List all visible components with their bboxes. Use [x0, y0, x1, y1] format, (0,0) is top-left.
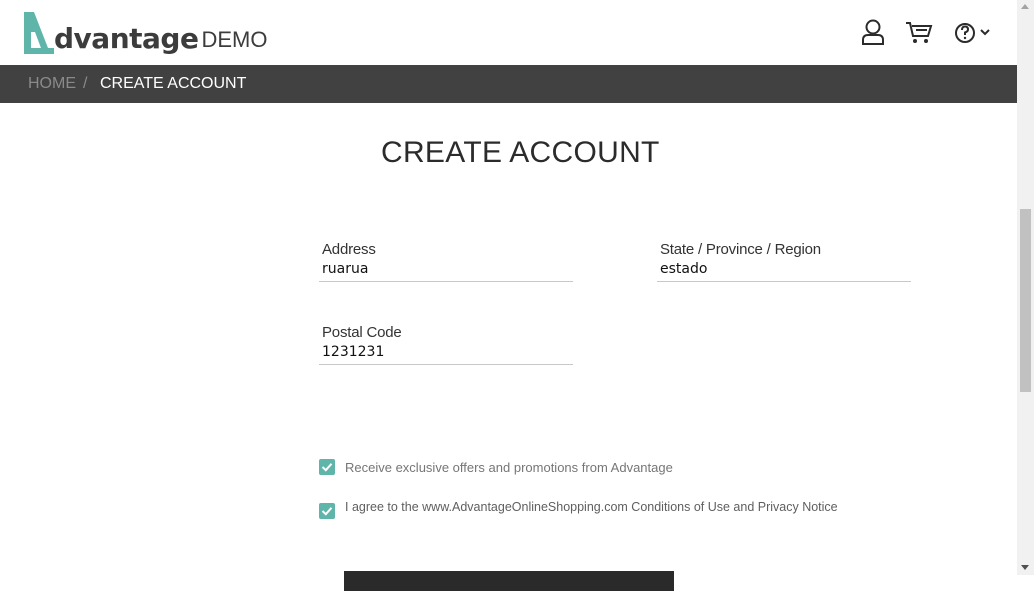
- agree-checkbox-row: I agree to the www.AdvantageOnlineShoppi…: [319, 495, 838, 519]
- chevron-down-icon: [980, 29, 990, 36]
- state-field-group: State / Province / Region: [657, 240, 911, 282]
- agree-checkbox[interactable]: [319, 503, 335, 519]
- logo-suffix: DEMO: [201, 27, 268, 52]
- help-icon: [955, 23, 975, 43]
- postal-code-input[interactable]: [319, 343, 573, 365]
- vertical-scrollbar[interactable]: [1017, 0, 1034, 575]
- scroll-up-arrow-icon[interactable]: [1021, 4, 1029, 9]
- postal-code-field-group: Postal Code: [319, 323, 573, 365]
- scroll-down-arrow-icon[interactable]: [1021, 565, 1029, 570]
- agree-checkbox-label: I agree to the www.AdvantageOnlineShoppi…: [345, 500, 838, 514]
- site-header: dvantage DEMO: [0, 0, 1017, 65]
- checkmark-icon: [321, 463, 333, 472]
- page-title: CREATE ACCOUNT: [381, 136, 660, 169]
- state-label: State / Province / Region: [660, 241, 821, 258]
- address-field-group: Address: [319, 240, 573, 282]
- breadcrumb: HOME / CREATE ACCOUNT: [0, 65, 1017, 103]
- logo[interactable]: dvantage DEMO: [22, 10, 267, 54]
- address-label: Address: [322, 241, 376, 258]
- checkmark-icon: [321, 507, 333, 516]
- register-button[interactable]: [344, 571, 674, 591]
- offers-checkbox-label: Receive exclusive offers and promotions …: [345, 459, 673, 475]
- breadcrumb-home-link[interactable]: HOME: [28, 75, 76, 93]
- offers-checkbox-row: Receive exclusive offers and promotions …: [319, 459, 673, 475]
- state-input[interactable]: [657, 260, 911, 282]
- address-input[interactable]: [319, 260, 573, 282]
- help-menu[interactable]: [952, 18, 996, 46]
- cart-icon[interactable]: [905, 18, 933, 46]
- logo-text: dvantage: [54, 22, 199, 55]
- postal-code-label: Postal Code: [322, 324, 402, 341]
- scrollbar-thumb[interactable]: [1020, 209, 1031, 392]
- user-icon[interactable]: [860, 18, 888, 46]
- breadcrumb-separator: /: [83, 75, 88, 92]
- breadcrumb-current: CREATE ACCOUNT: [100, 75, 247, 92]
- offers-checkbox[interactable]: [319, 459, 335, 475]
- logo-mark-icon: [24, 12, 54, 54]
